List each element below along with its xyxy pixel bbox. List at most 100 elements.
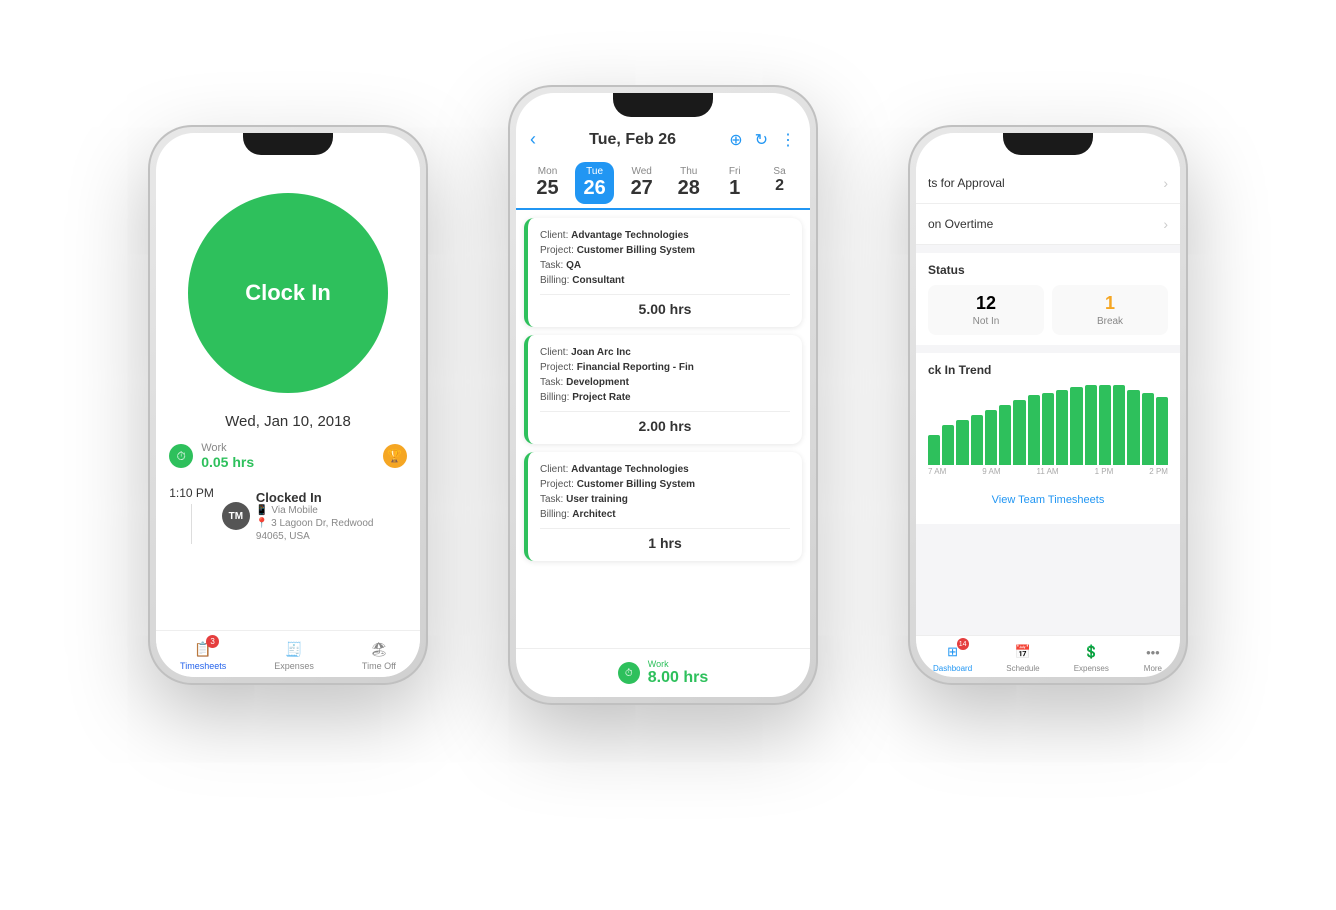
chevron-right-icon-2: ›	[1163, 216, 1168, 232]
via-mobile-label: 📱 Via Mobile	[256, 505, 374, 516]
nav-expenses[interactable]: 🧾 Expenses	[274, 639, 314, 671]
chart-bar	[1127, 390, 1139, 465]
trend-title: ck In Trend	[928, 363, 1168, 377]
rnav-more[interactable]: ••• More	[1143, 642, 1163, 673]
scene: Clock In Wed, Jan 10, 2018 ⏱ Work 0.05 h…	[118, 45, 1218, 865]
day-tue[interactable]: Tue 26	[575, 162, 613, 204]
chart-bar	[1113, 385, 1125, 465]
bar-chart	[928, 385, 1168, 465]
back-button[interactable]: ‹	[530, 129, 536, 150]
right-screen: ts for Approval › on Overtime › Status 1…	[916, 133, 1180, 677]
location-label: 📍 3 Lagoon Dr, Redwood	[256, 518, 374, 529]
day-strip: Mon 25 Tue 26 Wed 27 Thu 28	[516, 158, 810, 210]
avatar: TM	[222, 502, 250, 530]
status-row: 12 Not In 1 Break	[928, 285, 1168, 335]
overtime-label: on Overtime	[928, 217, 993, 231]
rnav-schedule[interactable]: 📅 Schedule	[1006, 642, 1039, 673]
footer-work-label: Work	[648, 659, 708, 669]
nav-time-off[interactable]: 🏖 Time Off	[362, 639, 396, 671]
chart-bar	[1099, 385, 1111, 465]
entry-hours-2: 2.00 hrs	[540, 418, 790, 434]
day-mon[interactable]: Mon 25	[528, 162, 566, 204]
left-date: Wed, Jan 10, 2018	[225, 413, 351, 430]
not-in-count: 12	[936, 293, 1036, 314]
status-section: Status 12 Not In 1 Break	[916, 253, 1180, 345]
trophy-icon: 🏆	[383, 444, 407, 468]
chart-labels: 7 AM 9 AM 11 AM 1 PM 2 PM	[928, 465, 1168, 478]
chart-bar	[956, 420, 968, 465]
chart-bar	[942, 425, 954, 465]
time-entries: Client: Advantage Technologies Project: …	[516, 210, 810, 648]
timesheets-icon: 📋 3	[193, 639, 213, 659]
view-team-btn[interactable]: View Team Timesheets	[928, 486, 1168, 514]
notch-left	[243, 133, 333, 155]
right-bottom-nav: ⊞ 14 Dashboard 📅 Schedule 💲 Expenses	[916, 635, 1180, 677]
phone-right: ts for Approval › on Overtime › Status 1…	[908, 125, 1188, 685]
chart-bar	[999, 405, 1011, 465]
center-footer: ⏱ Work 8.00 hrs	[516, 648, 810, 697]
refresh-icon[interactable]: ↻	[755, 130, 768, 150]
day-thu[interactable]: Thu 28	[670, 162, 708, 204]
left-work-row: ⏱ Work 0.05 hrs 🏆	[169, 442, 407, 470]
schedule-icon: 📅	[1013, 642, 1033, 662]
chart-bar	[1156, 397, 1168, 465]
chart-bar	[1028, 395, 1040, 465]
chart-bar	[971, 415, 983, 465]
location2-label: 94065, USA	[256, 531, 374, 542]
break-label: Break	[1060, 316, 1160, 327]
list-item-approval[interactable]: ts for Approval ›	[916, 163, 1180, 204]
entry-card-2[interactable]: Client: Joan Arc Inc Project: Financial …	[524, 335, 802, 444]
rnav-dashboard[interactable]: ⊞ 14 Dashboard	[933, 642, 972, 673]
chart-bar	[1070, 387, 1082, 465]
header-date: Tue, Feb 26	[589, 131, 676, 149]
clock-in-entry: 1:10 PM TM Clocked In 📱 Via Mobile	[169, 486, 407, 544]
chart-bar	[1142, 393, 1154, 465]
add-icon[interactable]: ⊕	[729, 130, 742, 150]
footer-work-hrs: 8.00 hrs	[648, 669, 708, 687]
trend-section: ck In Trend 7 AM 9 AM 11 AM 1 PM 2 PM Vi…	[916, 353, 1180, 524]
list-item-overtime[interactable]: on Overtime ›	[916, 204, 1180, 245]
left-bottom-nav: 📋 3 Timesheets 🧾 Expenses 🏖 Time Off	[156, 630, 420, 677]
dashboard-badge: 14	[957, 638, 969, 650]
entry-hours-3: 1 hrs	[540, 535, 790, 551]
clock-in-label: Clock In	[245, 280, 331, 306]
footer-work-icon: ⏱	[618, 662, 640, 684]
work-label: Work	[201, 442, 254, 454]
day-fri[interactable]: Fri 1	[717, 162, 753, 204]
approval-label: ts for Approval	[928, 176, 1005, 190]
chart-bar	[1013, 400, 1025, 465]
more-dots-icon: •••	[1143, 642, 1163, 662]
rnav-expenses[interactable]: 💲 Expenses	[1074, 642, 1109, 673]
chart-bar	[928, 435, 940, 465]
chart-bar	[985, 410, 997, 465]
expenses-icon: 🧾	[284, 639, 304, 659]
phone-center: ‹ Tue, Feb 26 ⊕ ↻ ⋮ Mon 25 Tue 26	[508, 85, 818, 705]
phone-left: Clock In Wed, Jan 10, 2018 ⏱ Work 0.05 h…	[148, 125, 428, 685]
day-sat[interactable]: Sa 2	[762, 162, 798, 204]
expenses-right-icon: 💲	[1081, 642, 1101, 662]
status-card-break: 1 Break	[1052, 285, 1168, 335]
entry-time: 1:10 PM	[169, 486, 214, 500]
chart-bar	[1042, 393, 1054, 465]
not-in-label: Not In	[936, 316, 1036, 327]
entry-card-3[interactable]: Client: Advantage Technologies Project: …	[524, 452, 802, 561]
view-team-link[interactable]: View Team Timesheets	[992, 494, 1105, 506]
chevron-right-icon: ›	[1163, 175, 1168, 191]
work-clock-icon: ⏱	[169, 444, 193, 468]
entry-card-1[interactable]: Client: Advantage Technologies Project: …	[524, 218, 802, 327]
status-card-not-in: 12 Not In	[928, 285, 1044, 335]
more-icon[interactable]: ⋮	[780, 130, 796, 150]
timesheets-badge: 3	[206, 635, 219, 648]
left-screen: Clock In Wed, Jan 10, 2018 ⏱ Work 0.05 h…	[156, 133, 420, 677]
notch-right	[1003, 133, 1093, 155]
time-off-icon: 🏖	[369, 639, 389, 659]
header-icons: ⊕ ↻ ⋮	[729, 130, 796, 150]
chart-bar	[1085, 385, 1097, 465]
nav-timesheets[interactable]: 📋 3 Timesheets	[180, 639, 226, 671]
center-screen: ‹ Tue, Feb 26 ⊕ ↻ ⋮ Mon 25 Tue 26	[516, 93, 810, 697]
break-count: 1	[1060, 293, 1160, 314]
clocked-in-label: Clocked In	[256, 490, 374, 505]
day-wed[interactable]: Wed 27	[623, 162, 661, 204]
clock-in-circle[interactable]: Clock In	[188, 193, 388, 393]
notch-center	[613, 93, 713, 117]
